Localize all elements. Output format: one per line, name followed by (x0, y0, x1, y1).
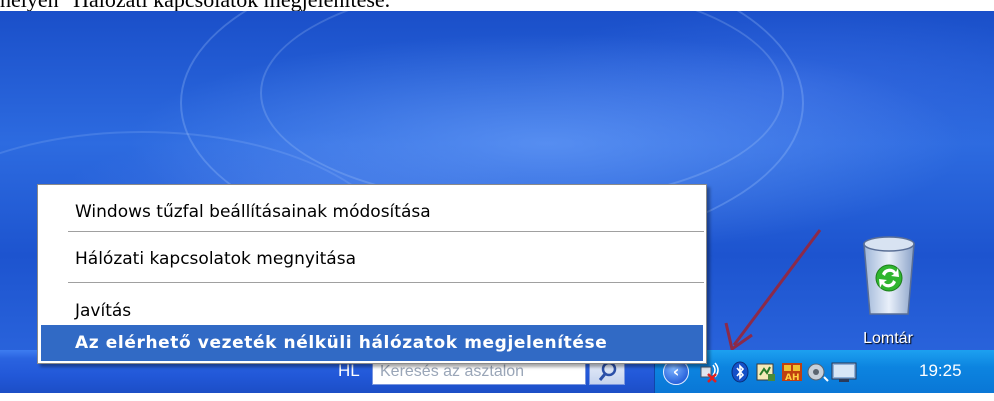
network-context-menu: Windows tűzfal beállításainak módosítása… (37, 184, 707, 364)
menu-item-open-network-connections[interactable]: Hálózati kapcsolatok megnyitása (41, 241, 703, 277)
menu-separator (68, 282, 704, 284)
menu-item-view-wireless-networks[interactable]: Az elérhető vezeték nélküli hálózatok me… (41, 325, 703, 361)
recycle-bin-icon (863, 236, 915, 315)
pointer-arrow (724, 229, 822, 352)
menu-separator (68, 231, 704, 233)
app-icon[interactable]: AH (781, 361, 803, 383)
page-caption: helyen "Hálózati kapcsolatok megjeleníté… (0, 0, 994, 11)
menu-item-firewall-settings[interactable]: Windows tűzfal beállításainak módosítása (41, 194, 703, 230)
wireless-network-disconnected-icon[interactable] (699, 361, 721, 383)
display-icon[interactable] (831, 361, 857, 383)
speaker-icon[interactable] (807, 361, 829, 383)
menu-item-repair[interactable]: Javítás (41, 293, 703, 329)
clock[interactable]: 19:25 (919, 361, 962, 381)
svg-text:AH: AH (785, 373, 800, 383)
recycle-bin-label: Lomtár (863, 330, 913, 347)
bluetooth-icon[interactable] (729, 361, 751, 383)
recycle-bin[interactable]: Lomtár (842, 230, 934, 360)
media-icon[interactable] (755, 361, 777, 383)
language-indicator[interactable]: HL (338, 361, 360, 381)
